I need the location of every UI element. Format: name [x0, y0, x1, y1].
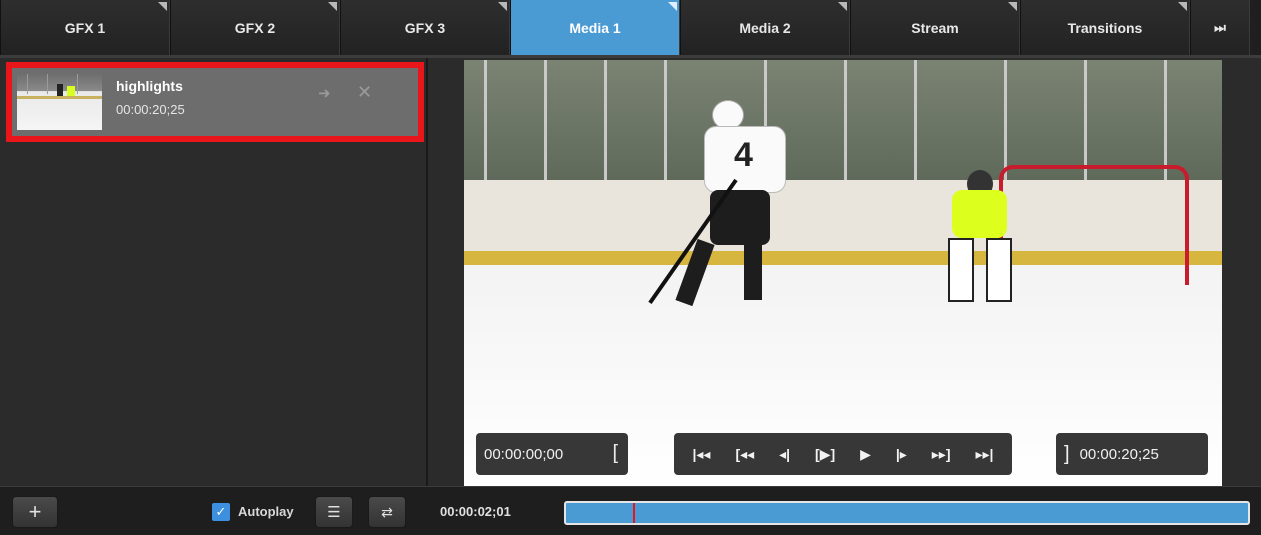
- tab-label: GFX 2: [234, 19, 276, 36]
- goalie-figure: [934, 170, 1024, 302]
- goalie-jersey: [952, 190, 1007, 238]
- tab-transitions[interactable]: Transitions: [1020, 0, 1190, 55]
- glass-post: [484, 60, 487, 180]
- timeline-scrubber[interactable]: [564, 501, 1250, 525]
- in-point-time: 00:00:00;00: [484, 445, 564, 463]
- autoplay-label: Autoplay: [238, 504, 294, 519]
- thumbnail-player: [57, 84, 63, 96]
- media-list-item[interactable]: highlights 00:00:20;25 ➜ ✕: [6, 62, 424, 142]
- play-icon[interactable]: ▶: [860, 446, 871, 463]
- tab-corner-icon: [158, 2, 167, 11]
- playhead[interactable]: [632, 503, 635, 523]
- skater-leg: [744, 240, 762, 300]
- forward-to-out-icon[interactable]: ▸▸]: [932, 446, 951, 463]
- tab-label: GFX 3: [404, 19, 446, 36]
- tab-corner-icon: [498, 2, 507, 11]
- autoplay-checkbox[interactable]: ✓: [212, 503, 230, 521]
- go-to-end-icon[interactable]: ▸▸|: [975, 446, 993, 463]
- media-thumbnail: [17, 74, 102, 130]
- glass-post: [604, 60, 607, 180]
- thumbnail-glass-post: [77, 74, 78, 94]
- glass-post: [664, 60, 667, 180]
- tab-corner-icon: [1008, 2, 1017, 11]
- tab-gfx-2[interactable]: GFX 2: [170, 0, 340, 55]
- in-point-control[interactable]: 00:00:00;00 [: [476, 433, 628, 475]
- glass-post: [1004, 60, 1007, 180]
- glass-post: [1164, 60, 1167, 180]
- tab-media-1[interactable]: Media 1: [510, 0, 680, 55]
- current-time: 00:00:02;01: [440, 504, 511, 519]
- step-forward-icon[interactable]: |▸: [896, 446, 907, 463]
- tab-corner-icon: [668, 2, 677, 11]
- add-media-button[interactable]: +: [12, 496, 58, 528]
- glass-post: [1084, 60, 1087, 180]
- timeline-bar: 00:00:02;01: [428, 486, 1261, 535]
- tabs-scroll-button[interactable]: ⏭: [1190, 0, 1250, 55]
- hockey-goal: [999, 165, 1189, 285]
- thumbnail-glass-post: [47, 74, 48, 94]
- tab-media-2[interactable]: Media 2: [680, 0, 850, 55]
- tab-gfx-1[interactable]: GFX 1: [0, 0, 170, 55]
- tab-corner-icon: [1178, 2, 1187, 11]
- tab-corner-icon: [328, 2, 337, 11]
- skater-figure: 4: [648, 100, 824, 340]
- media-duration: 00:00:20;25: [116, 102, 185, 117]
- go-to-start-icon[interactable]: |◂◂: [692, 446, 710, 463]
- add-label: +: [28, 499, 42, 524]
- tab-label: Stream: [911, 19, 959, 36]
- glass-post: [544, 60, 547, 180]
- tab-stream[interactable]: Stream: [850, 0, 1020, 55]
- list-icon: ☰: [327, 504, 341, 521]
- set-out-point-icon[interactable]: ]: [1064, 443, 1070, 466]
- rewind-to-in-icon[interactable]: [◂◂: [735, 446, 754, 463]
- media-title: highlights: [116, 78, 183, 94]
- media-list-toolbar: + ✓ Autoplay ☰ ⇄: [0, 486, 428, 535]
- goalie-pad: [986, 238, 1012, 302]
- playlist-mode-button[interactable]: ☰: [315, 496, 353, 528]
- tab-label: Transitions: [1067, 19, 1143, 36]
- media-list-panel: highlights 00:00:20;25 ➜ ✕: [0, 58, 428, 486]
- rink-glass: [464, 60, 1222, 180]
- thumbnail-glass-post: [27, 74, 28, 94]
- transport-controls: |◂◂ [◂◂ ◂| [▶] ▶ |▸ ▸▸] ▸▸|: [674, 433, 1012, 475]
- tab-corner-icon: [838, 2, 847, 11]
- out-point-time: 00:00:20;25: [1079, 445, 1159, 463]
- skater-pants: [710, 190, 770, 245]
- preview-panel: 4 00:00:00;00 [ |◂◂ [◂◂ ◂| [▶] ▶ |▸ ▸▸] …: [428, 58, 1261, 486]
- remove-icon[interactable]: ✕: [357, 82, 372, 103]
- tab-bar: GFX 1 GFX 2 GFX 3 Media 1 Media 2 Stream…: [0, 0, 1261, 58]
- glass-post: [844, 60, 847, 180]
- tab-label: GFX 1: [64, 19, 106, 36]
- checkmark-icon: ✓: [215, 504, 227, 519]
- tab-label: Media 2: [739, 19, 791, 36]
- goalie-pad: [948, 238, 974, 302]
- thumbnail-goalie: [67, 86, 75, 96]
- loop-icon: ⇄: [381, 503, 393, 520]
- glass-post: [914, 60, 917, 180]
- play-preview-icon[interactable]: [▶]: [815, 446, 835, 463]
- set-in-point-icon[interactable]: [: [612, 442, 618, 465]
- jersey-number: 4: [734, 136, 753, 174]
- tab-gfx-3[interactable]: GFX 3: [340, 0, 510, 55]
- video-preview: 4 00:00:00;00 [ |◂◂ [◂◂ ◂| [▶] ▶ |▸ ▸▸] …: [464, 60, 1222, 486]
- send-arrow-icon[interactable]: ➜: [318, 84, 331, 102]
- thumbnail-boards: [17, 96, 102, 99]
- loop-button[interactable]: ⇄: [368, 496, 406, 528]
- out-point-control[interactable]: ] 00:00:20;25: [1056, 433, 1208, 475]
- tab-label: Media 1: [569, 19, 621, 36]
- skip-forward-icon: ⏭: [1214, 19, 1226, 35]
- step-back-icon[interactable]: ◂|: [779, 446, 790, 463]
